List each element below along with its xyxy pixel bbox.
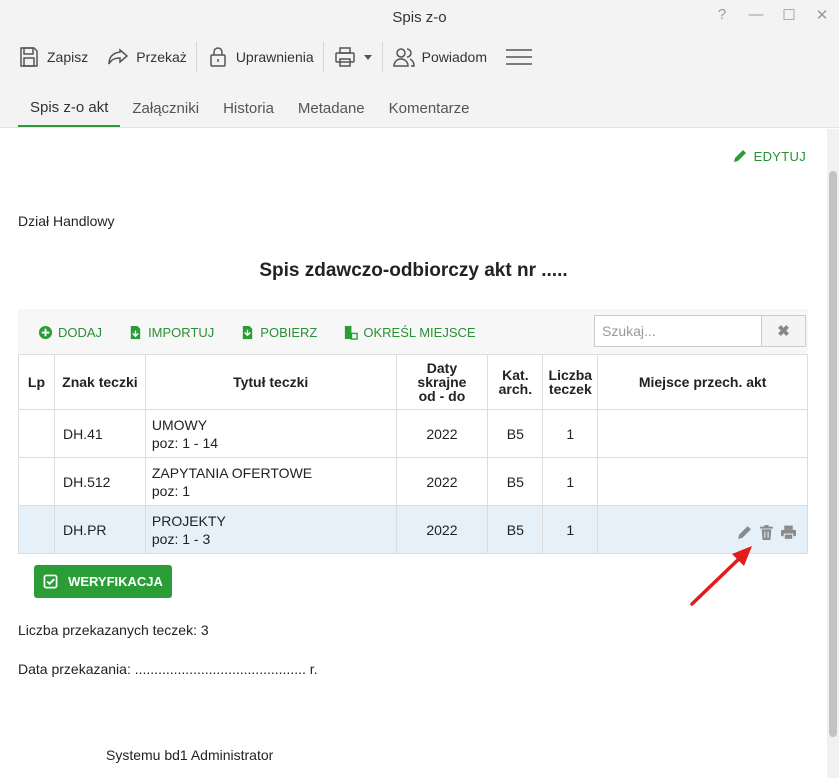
cell-daty: 2022	[395, 505, 489, 554]
set-location-button[interactable]: OKREŚL MIEJSCE	[343, 324, 476, 340]
forward-button[interactable]: Przekaż	[97, 39, 196, 75]
table-row[interactable]: DH.512 ZAPYTANIA OFERTOWE poz: 1 2022 B5 …	[18, 457, 808, 506]
close-icon[interactable]: ✕	[811, 6, 833, 24]
cell-daty: 2022	[395, 457, 489, 506]
lock-icon	[210, 47, 226, 67]
cell-miejsce	[597, 409, 808, 458]
search-box: ✖	[594, 315, 806, 347]
file-download-icon	[243, 325, 253, 339]
caret-down-icon	[363, 55, 372, 60]
download-button[interactable]: POBIERZ	[240, 325, 317, 340]
cell-kat: B5	[487, 457, 544, 506]
maximize-icon[interactable]: ☐	[778, 6, 800, 24]
download-label: POBIERZ	[260, 324, 318, 340]
handover-date: Data przekazania: ......................…	[18, 661, 318, 677]
add-button[interactable]: DODAJ	[38, 325, 102, 340]
document-content: EDYTUJ Dział Handlowy Spis zdawczo-odbio…	[0, 129, 827, 778]
title-bar: Spis z-o ? — ☐ ✕	[0, 0, 839, 34]
verify-button[interactable]: WERYFIKACJA	[34, 565, 172, 598]
verify-label: WERYFIKACJA	[68, 574, 163, 589]
table-row-selected[interactable]: DH.PR PROJEKTY poz: 1 - 3 2022 B5 1	[18, 505, 808, 554]
printer-icon	[334, 47, 355, 67]
column-header-znak[interactable]: Znak teczki	[53, 354, 146, 410]
administrator-name: Systemu bd1 Administrator	[106, 747, 274, 763]
hamburger-menu-icon	[506, 49, 533, 65]
edit-row-pencil-icon[interactable]	[736, 524, 753, 541]
share-arrow-icon	[108, 48, 129, 65]
edit-button[interactable]: EDYTUJ	[732, 148, 806, 164]
delete-row-trash-icon[interactable]	[758, 524, 775, 541]
import-button[interactable]: IMPORTUJ	[128, 325, 214, 340]
users-icon	[392, 48, 415, 67]
cell-tytul: ZAPYTANIA OFERTOWE poz: 1	[144, 457, 397, 506]
cell-kat: B5	[487, 409, 544, 458]
cell-miejsce	[597, 505, 808, 554]
tab-bar: Spis z-o akt Załączniki Historia Metadan…	[0, 80, 839, 128]
folder-count: Liczba przekazanych teczek: 3	[18, 622, 209, 638]
cell-lp	[18, 409, 55, 458]
grid-toolbar: DODAJ IMPORTUJ POBIERZ OKREŚL MIEJSCE ✖	[18, 309, 808, 355]
permissions-label: Uprawnienia	[235, 49, 314, 65]
cell-znak: DH.512	[53, 457, 146, 506]
cell-daty: 2022	[395, 409, 489, 458]
file-location-icon	[345, 325, 359, 340]
cell-znak: DH.41	[53, 409, 146, 458]
column-header-tytul[interactable]: Tytuł teczki	[144, 354, 397, 410]
column-header-daty[interactable]: Daty skrajne od - do	[395, 354, 489, 410]
clear-search-icon[interactable]: ✖	[761, 316, 805, 346]
edit-label: EDYTUJ	[753, 148, 806, 164]
permissions-button[interactable]: Uprawnienia	[197, 39, 323, 75]
add-label: DODAJ	[58, 324, 103, 340]
cell-lp	[18, 505, 55, 554]
notify-label: Powiadom	[421, 49, 488, 65]
menu-button[interactable]	[496, 39, 542, 75]
cell-tytul: UMOWY poz: 1 - 14	[144, 409, 397, 458]
tab-history[interactable]: Historia	[211, 100, 286, 127]
cell-miejsce	[597, 457, 808, 506]
cell-tytul: PROJEKTY poz: 1 - 3	[144, 505, 397, 554]
row-actions	[736, 524, 797, 541]
cell-liczba: 1	[542, 409, 599, 458]
help-icon[interactable]: ?	[711, 6, 733, 23]
tab-attachments[interactable]: Załączniki	[120, 100, 211, 127]
checkbox-check-icon	[43, 574, 58, 589]
cell-lp	[18, 457, 55, 506]
save-button[interactable]: Zapisz	[8, 39, 97, 75]
tab-comments[interactable]: Komentarze	[377, 100, 482, 127]
import-label: IMPORTUJ	[148, 324, 215, 340]
main-toolbar: Zapisz Przekaż Uprawnienia Powiadom	[0, 34, 839, 80]
tab-metadata[interactable]: Metadane	[286, 100, 377, 127]
floppy-icon	[20, 47, 38, 67]
set-location-label: OKREŚL MIEJSCE	[363, 324, 476, 340]
print-dropdown-button[interactable]	[324, 39, 382, 75]
column-header-miejsce[interactable]: Miejsce przech. akt	[597, 354, 808, 410]
table-header-row: Lp Znak teczki Tytuł teczki Daty skrajne o…	[18, 354, 808, 410]
pencil-icon	[733, 150, 746, 162]
column-header-lp[interactable]: Lp	[18, 354, 55, 410]
scrollbar-thumb[interactable]	[829, 171, 837, 737]
search-input[interactable]	[595, 316, 761, 346]
minimize-icon[interactable]: —	[745, 6, 767, 23]
tab-spis[interactable]: Spis z-o akt	[18, 99, 121, 127]
save-label: Zapisz	[47, 49, 89, 65]
department-name: Dział Handlowy	[18, 213, 115, 229]
file-import-icon	[130, 325, 141, 339]
notify-button[interactable]: Powiadom	[383, 39, 496, 75]
document-title: Spis zdawczo-odbiorczy akt nr .....	[259, 260, 568, 281]
forward-label: Przekaż	[136, 49, 187, 65]
column-header-liczba[interactable]: Liczba teczek	[542, 354, 599, 410]
cell-liczba: 1	[542, 505, 599, 554]
table-row[interactable]: DH.41 UMOWY poz: 1 - 14 2022 B5 1	[18, 409, 808, 458]
plus-circle-icon	[38, 325, 53, 339]
cell-znak: DH.PR	[53, 505, 146, 554]
cell-kat: B5	[487, 505, 544, 554]
folders-table: Lp Znak teczki Tytuł teczki Daty skrajne o…	[18, 354, 808, 554]
cell-liczba: 1	[542, 457, 599, 506]
column-header-kat[interactable]: Kat. arch.	[487, 354, 544, 410]
print-row-printer-icon[interactable]	[780, 524, 797, 541]
